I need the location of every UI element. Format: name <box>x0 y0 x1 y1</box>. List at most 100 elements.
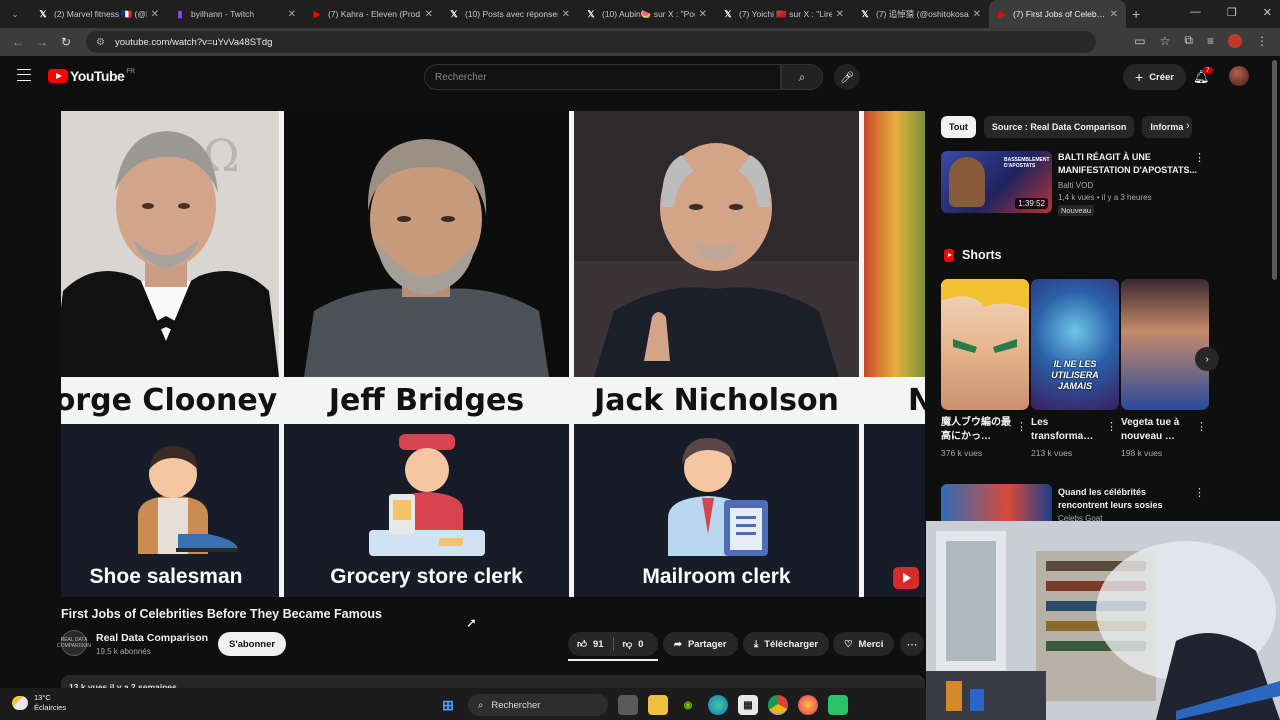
close-tab-icon[interactable]: ✕ <box>973 9 981 20</box>
thumbnail-face <box>949 157 985 207</box>
rec-video-meta: Balti VOD 1,4 k vues • il y a 3 heures <box>1058 180 1152 204</box>
close-tab-icon[interactable]: ✕ <box>425 9 433 20</box>
video-thumbnail[interactable] <box>941 484 1052 524</box>
shorts-next-button[interactable]: › <box>1195 347 1219 371</box>
close-window-icon[interactable]: ✕ <box>1263 6 1272 19</box>
short-item[interactable]: 魔人ブウ編の最高にかっ… 376 k vues ⋮ <box>941 279 1029 458</box>
short-thumbnail[interactable]: IL NE LES UTILISERA JAMAIS <box>1031 279 1119 410</box>
firefox-icon[interactable] <box>798 695 818 715</box>
channel-avatar[interactable]: REAL DATA COMPARISON <box>57 630 91 656</box>
search-button[interactable]: ⌕ <box>781 64 823 90</box>
chrome-icon[interactable] <box>768 695 788 715</box>
close-tab-icon[interactable]: ✕ <box>1110 9 1118 20</box>
account-avatar[interactable] <box>1229 66 1249 86</box>
minimize-icon[interactable]: — <box>1190 6 1201 19</box>
back-icon[interactable]: ← <box>8 35 28 49</box>
video-player[interactable]: Ω orge Clooney Shoe salesman Jeff Bridge… <box>61 111 925 597</box>
shorts-icon <box>944 248 954 262</box>
rec-video-title[interactable]: BALTI RÉAGIT À UNE MANIFESTATION D'APOST… <box>1058 151 1198 177</box>
close-tab-icon[interactable]: ✕ <box>836 9 844 20</box>
thanks-label: Merci <box>858 638 884 650</box>
short-title: Les transforma… <box>1031 417 1094 442</box>
download-button[interactable]: ⤓ Télécharger <box>743 632 830 656</box>
address-bar[interactable]: ⚙ youtube.com/watch?v=uYvVa48STdg <box>86 31 1096 53</box>
video-title: First Jobs of Celebrities Before They Be… <box>61 607 382 621</box>
store-icon[interactable]: ▦ <box>738 695 758 715</box>
more-vert-icon[interactable]: ⋮ <box>1194 151 1205 164</box>
thanks-button[interactable]: ♡ Merci <box>833 632 895 656</box>
page-scrollbar[interactable] <box>1272 60 1277 280</box>
job-label: Grocery store clerk <box>330 565 523 588</box>
browser-tab[interactable]: 𝕏 (10) Posts avec réponses… ✕ <box>441 0 578 28</box>
share-button[interactable]: ➦ Partager <box>663 632 738 656</box>
edge-icon[interactable] <box>708 695 728 715</box>
site-info-icon[interactable]: ⚙ <box>96 37 105 48</box>
recommended-video[interactable]: Quand les célébrités rencontrent leurs s… <box>941 484 1211 524</box>
video-thumbnail[interactable]: BASSEMBLEMENT D'APOSTATS 1:39:52 <box>941 151 1052 213</box>
job-panel: Mailroom clerk <box>574 424 859 597</box>
recommended-video[interactable]: BASSEMBLEMENT D'APOSTATS 1:39:52 BALTI R… <box>941 151 1211 216</box>
nvidia-icon[interactable]: ◉ <box>678 695 698 715</box>
youtube-logo[interactable]: YouTube FR <box>48 68 135 84</box>
taskbar-search[interactable]: ⌕ Rechercher <box>468 694 608 716</box>
more-vert-icon[interactable]: ⋮ <box>1106 420 1117 433</box>
menu-icon[interactable] <box>17 69 31 81</box>
close-tab-icon[interactable]: ✕ <box>288 9 296 20</box>
toolbar-actions: ▭ ☆ ⧉ ≡ ⋮ <box>1134 33 1268 48</box>
reload-icon[interactable]: ↻ <box>56 35 76 49</box>
close-tab-icon[interactable]: ✕ <box>699 9 707 20</box>
celebrity-photo: Ω <box>61 111 279 377</box>
chrome-menu-icon[interactable]: ⋮ <box>1256 34 1268 48</box>
like-button[interactable]: 👍︎ 91 <box>568 638 613 651</box>
tab-search-chevron-icon[interactable]: ⌄ <box>4 3 26 25</box>
bookmark-star-icon[interactable]: ☆ <box>1160 34 1171 48</box>
new-tab-button[interactable]: + <box>1132 6 1140 22</box>
more-actions-button[interactable]: ⋯ <box>900 632 924 656</box>
browser-tab[interactable]: ▮ byilhann - Twitch ✕ <box>167 0 304 28</box>
microphone-icon: 🎤︎ <box>840 71 854 84</box>
chevron-right-icon[interactable]: › <box>1186 120 1190 132</box>
file-explorer-icon[interactable] <box>648 695 668 715</box>
search-input[interactable]: Rechercher <box>424 64 781 90</box>
short-item[interactable]: IL NE LES UTILISERA JAMAIS Les transform… <box>1031 279 1119 458</box>
close-tab-icon[interactable]: ✕ <box>562 9 570 20</box>
more-vert-icon[interactable]: ⋮ <box>1016 420 1027 433</box>
chip-all[interactable]: Tout <box>941 116 976 138</box>
extensions-icon[interactable]: ⧉ <box>1184 33 1193 48</box>
forward-icon[interactable]: → <box>32 35 52 49</box>
voice-search-button[interactable]: 🎤︎ <box>834 64 860 90</box>
tab-title: (2) Marvel fitness 🇫🇷 (@M… <box>54 8 147 19</box>
mouse-cursor-icon: ➚ <box>466 615 477 630</box>
browser-tab[interactable]: 𝕏 (7) Yoichi 🇲🇦 sur X : "Lire… ✕ <box>715 0 852 28</box>
browser-tab[interactable]: 𝕏 (10) Aubin🍉 sur X : "Pou… ✕ <box>578 0 715 28</box>
weather-widget[interactable]: 13°C Éclaircies <box>12 693 66 713</box>
create-button[interactable]: + Créer <box>1123 64 1187 90</box>
chip-source[interactable]: Source : Real Data Comparison <box>983 116 1135 138</box>
app-icon[interactable] <box>828 695 848 715</box>
profile-avatar[interactable] <box>1228 33 1242 48</box>
browser-tab[interactable]: 𝕏 (2) Marvel fitness 🇫🇷 (@M… ✕ <box>30 0 167 28</box>
close-tab-icon[interactable]: ✕ <box>151 9 159 20</box>
short-views: 198 k vues <box>1121 448 1163 458</box>
more-vert-icon[interactable]: ⋮ <box>1196 420 1207 433</box>
youtube-play-icon <box>48 69 68 83</box>
task-view-icon[interactable] <box>618 695 638 715</box>
rec-video-title[interactable]: Quand les célébrités rencontrent leurs s… <box>1058 486 1188 512</box>
chip-info[interactable]: Informa <box>1142 116 1193 138</box>
media-controls-icon[interactable]: ≡ <box>1207 34 1214 48</box>
browser-tab[interactable]: ▶ (7) First Jobs of Celeb… ✕ <box>989 0 1126 28</box>
channel-name[interactable]: Real Data Comparison <box>96 632 208 644</box>
short-thumbnail[interactable] <box>941 279 1029 410</box>
job-panel: Shoe salesman <box>61 424 279 597</box>
more-vert-icon[interactable]: ⋮ <box>1194 486 1205 499</box>
browser-tab[interactable]: ▶ (7) Kahra - Eleven (Prod.… ✕ <box>304 0 441 28</box>
browser-tab[interactable]: 𝕏 (7) 追悼猿 (@oshitokosa)… ✕ <box>852 0 989 28</box>
dislike-button[interactable]: 👎︎ 0 <box>614 638 653 651</box>
short-thumbnail[interactable] <box>1121 279 1209 410</box>
channel-watermark-icon[interactable] <box>893 567 919 589</box>
windows-start-icon[interactable]: ⊞ <box>438 695 458 715</box>
subscribe-button[interactable]: S'abonner <box>218 632 287 656</box>
short-item[interactable]: Vegeta tue à nouveau … 198 k vues ⋮ <box>1121 279 1209 458</box>
restore-icon[interactable]: ❐ <box>1227 6 1237 19</box>
cast-icon[interactable]: ▭ <box>1134 34 1145 48</box>
